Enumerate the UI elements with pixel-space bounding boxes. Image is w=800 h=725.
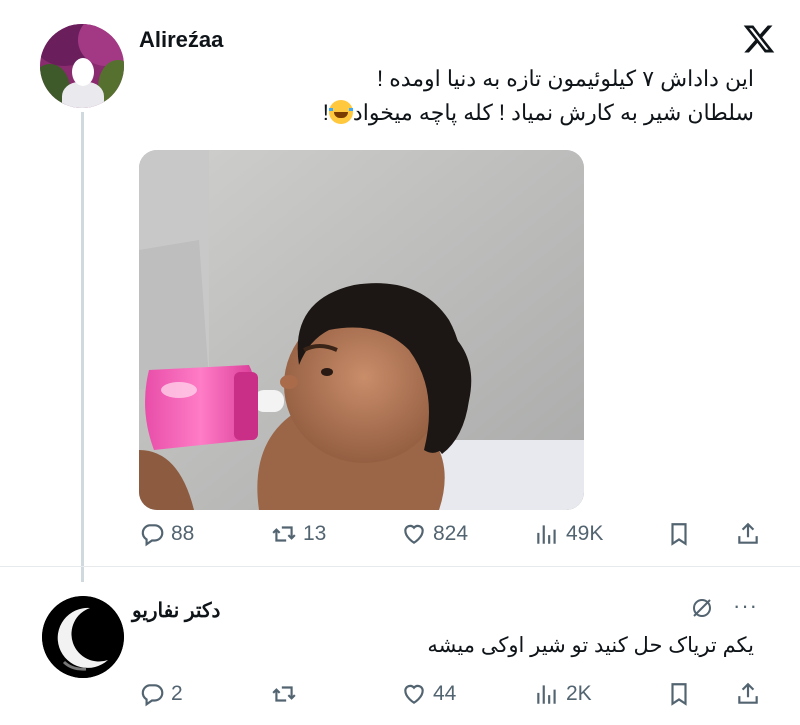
tweet-text-line-1: این داداش ۷ کیلوئیمون تازه به دنیا اومده… <box>376 66 754 91</box>
x-logo-icon <box>743 25 775 53</box>
repost-button[interactable]: 13 <box>271 517 326 551</box>
like-count: 824 <box>433 522 469 545</box>
reply-author-avatar[interactable] <box>42 596 124 678</box>
views-icon <box>537 525 556 544</box>
reply-count: 88 <box>171 522 195 545</box>
reply-views-button[interactable]: 2K <box>534 677 592 711</box>
thread-connector-line <box>81 112 84 582</box>
tweet-text-line-2-body: سلطان شیر به کارش نمیاد ! کله پاچه میخوا… <box>352 100 754 125</box>
author-avatar[interactable] <box>40 24 124 108</box>
author-name[interactable]: Alireźaa <box>139 27 223 53</box>
crescent-moon-icon <box>42 596 124 678</box>
bookmark-icon <box>671 523 687 546</box>
share-button[interactable] <box>735 517 767 551</box>
reply-bookmark-button[interactable] <box>666 677 698 711</box>
repost-icon <box>272 686 296 702</box>
tweet-text-line-2-end: ! <box>322 100 329 125</box>
reply-button[interactable]: 88 <box>139 517 194 551</box>
like-button[interactable]: 824 <box>401 517 468 551</box>
heart-icon <box>404 684 424 704</box>
reply-reply-count: 2 <box>171 682 183 705</box>
tweet-text-line-2: سلطان شیر به کارش نمیاد ! کله پاچه میخوا… <box>194 96 754 129</box>
more-options-button[interactable]: ··· <box>733 593 758 619</box>
tweet-media-image[interactable] <box>139 150 584 510</box>
face-with-tears-of-joy-icon <box>328 100 353 124</box>
bookmark-icon <box>671 683 687 706</box>
reply-share-button[interactable] <box>735 677 767 711</box>
reply-reply-button[interactable]: 2 <box>139 677 183 711</box>
grok-icon[interactable] <box>690 596 714 620</box>
reply-action-bar: 2 44 2K <box>139 677 764 711</box>
bookmark-button[interactable] <box>666 517 698 551</box>
views-button[interactable]: 49K <box>534 517 603 551</box>
view-count: 49K <box>566 522 604 545</box>
reply-icon <box>141 524 164 547</box>
share-icon <box>738 522 758 544</box>
baby-photo <box>139 150 584 510</box>
repost-icon <box>272 526 296 542</box>
divider <box>0 566 800 567</box>
reply-like-count: 44 <box>433 682 457 705</box>
reply-text: یکم تریاک حل کنید تو شیر اوکی میشه <box>427 634 754 657</box>
repost-count: 13 <box>303 522 327 545</box>
reply-icon <box>141 684 164 707</box>
post-action-bar: 88 13 824 49K <box>139 517 764 551</box>
reply-repost-button[interactable] <box>271 677 303 711</box>
reply-author-name[interactable]: دکتر نفاریو <box>132 598 220 623</box>
views-icon <box>537 685 556 704</box>
reply-like-button[interactable]: 44 <box>401 677 456 711</box>
heart-icon <box>404 524 424 544</box>
share-icon <box>738 682 758 704</box>
reply-view-count: 2K <box>566 682 592 705</box>
